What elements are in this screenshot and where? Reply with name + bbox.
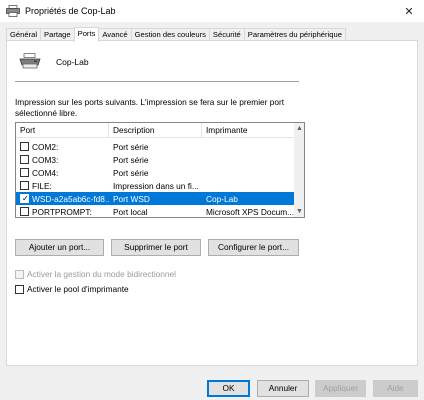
ports-list[interactable]: Port Description Imprimante COM2: Port s…: [15, 122, 305, 218]
printer-icon: [19, 53, 41, 69]
printer-name: Cop-Lab: [56, 57, 89, 67]
port-row-com3[interactable]: COM3: Port série: [16, 153, 295, 166]
printer-pool-option[interactable]: Activer le pool d'imprimante: [15, 284, 129, 294]
vertical-scrollbar[interactable]: ▲ ▼: [294, 123, 304, 217]
port-name: COM2:: [32, 141, 59, 152]
printer-title-icon: [6, 5, 20, 17]
port-checkbox[interactable]: [20, 155, 29, 164]
port-name: COM4:: [32, 167, 59, 178]
port-row-com4[interactable]: COM4: Port série: [16, 166, 295, 179]
tab-ports[interactable]: Ports: [73, 27, 100, 42]
scroll-down-icon[interactable]: ▼: [296, 208, 303, 215]
header-separator: [15, 81, 299, 82]
port-name: WSD-a2a5ab6c-fd8...: [32, 193, 109, 204]
port-row-file[interactable]: FILE: Impression dans un fi...: [16, 179, 295, 192]
window-title: Propriétés de Cop-Lab: [25, 6, 116, 16]
port-description: Port WSD: [113, 193, 150, 204]
title-bar: Propriétés de Cop-Lab ✕: [0, 0, 424, 22]
check-icon: ✓: [22, 194, 29, 203]
ports-description: Impression sur les ports suivants. L'imp…: [15, 97, 285, 118]
port-description: Port série: [113, 141, 149, 152]
delete-port-button[interactable]: Supprimer le port: [111, 239, 201, 256]
apply-button[interactable]: Appliquer: [315, 380, 366, 397]
scroll-up-icon[interactable]: ▲: [296, 125, 303, 132]
port-checkbox[interactable]: [20, 181, 29, 190]
column-header-description[interactable]: Description: [109, 123, 202, 137]
port-checkbox-checked[interactable]: ✓: [20, 194, 29, 203]
ok-button[interactable]: OK: [207, 380, 250, 397]
bidirectional-option: Activer la gestion du mode bidirectionne…: [15, 269, 176, 279]
tab-strip: Général Partage Ports Avancé Gestion des…: [6, 27, 346, 42]
configure-port-button[interactable]: Configurer le port...: [208, 239, 299, 256]
close-icon[interactable]: ✕: [394, 0, 424, 22]
port-name: FILE:: [32, 180, 52, 191]
printer-pool-label: Activer le pool d'imprimante: [27, 284, 129, 294]
port-description: Port local: [113, 206, 148, 217]
printer-pool-checkbox[interactable]: [15, 284, 24, 294]
ports-panel: Cop-Lab Impression sur les ports suivant…: [6, 40, 418, 366]
port-printer: Microsoft XPS Docum...: [206, 206, 295, 217]
port-row-portprompt[interactable]: PORTPROMPT: Port local Microsoft XPS Doc…: [16, 205, 295, 217]
port-printer: Cop-Lab: [206, 193, 238, 204]
port-row-com2[interactable]: COM2: Port série: [16, 140, 295, 153]
port-checkbox[interactable]: [20, 142, 29, 151]
port-description: Port série: [113, 167, 149, 178]
port-name: COM3:: [32, 154, 59, 165]
help-button[interactable]: Aide: [373, 380, 418, 397]
column-header-printer[interactable]: Imprimante: [202, 123, 295, 137]
add-port-button[interactable]: Ajouter un port...: [15, 239, 104, 256]
cancel-button[interactable]: Annuler: [257, 380, 309, 397]
port-description: Port série: [113, 154, 149, 165]
bidirectional-label: Activer la gestion du mode bidirectionne…: [27, 269, 176, 279]
bidirectional-checkbox: [15, 269, 24, 279]
ports-list-header: Port Description Imprimante: [16, 123, 295, 138]
port-checkbox[interactable]: [20, 168, 29, 177]
port-row-wsd[interactable]: ✓ WSD-a2a5ab6c-fd8... Port WSD Cop-Lab: [16, 192, 295, 205]
port-checkbox[interactable]: [20, 207, 29, 216]
port-name: PORTPROMPT:: [32, 206, 92, 217]
port-description: Impression dans un fi...: [113, 180, 199, 191]
column-header-port[interactable]: Port: [16, 123, 109, 137]
